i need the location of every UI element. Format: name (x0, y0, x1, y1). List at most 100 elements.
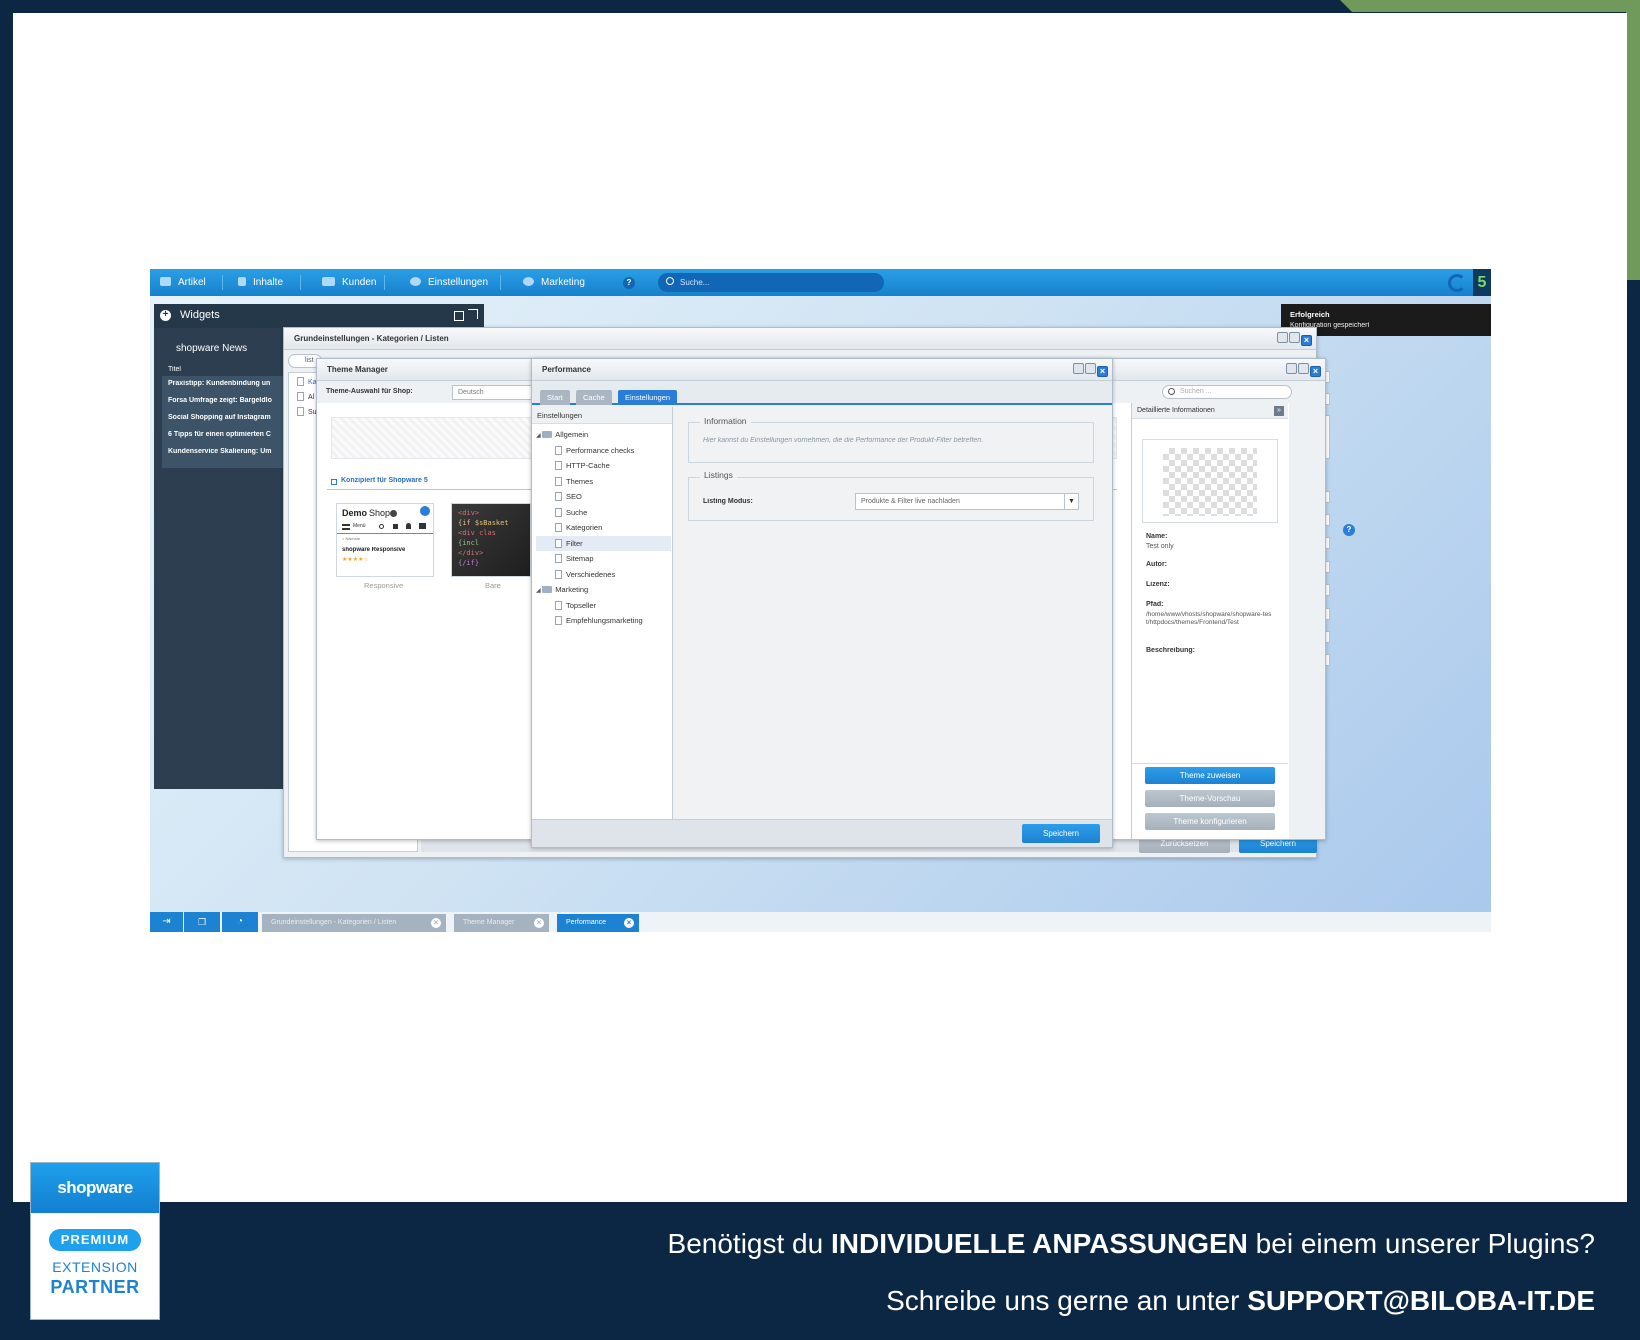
maximize-icon[interactable] (1298, 363, 1309, 374)
document-icon (297, 407, 304, 416)
news-item[interactable]: Praxistipp: Kundenbindung un (168, 380, 282, 387)
tree-item[interactable]: Ka (297, 377, 317, 386)
listings-legend: Listings (700, 470, 737, 480)
tree-item-themes[interactable]: Themes (536, 474, 671, 490)
close-icon[interactable]: × (431, 918, 441, 928)
mail-icon (160, 277, 171, 286)
tree-item[interactable]: Su (297, 407, 317, 416)
information-text: Hier kannst du Einstellungen vornehmen, … (703, 437, 984, 444)
news-item[interactable]: Social Shopping auf Instagram (168, 414, 282, 421)
logout-icon[interactable]: ⇥ (150, 912, 183, 932)
preview-theme-button[interactable]: Theme-Vorschau (1145, 790, 1275, 807)
close-icon[interactable]: × (1301, 335, 1312, 346)
tree-item-http-cache[interactable]: HTTP-Cache (536, 458, 671, 474)
shopware-logo: shopware (31, 1163, 159, 1213)
shopware-logo-icon (1448, 274, 1466, 292)
shopware-partner-badge: shopware PREMIUM EXTENSION PARTNER (30, 1162, 160, 1320)
pie-chart-icon (523, 277, 534, 286)
shop-select-label: Theme-Auswahl für Shop: (326, 388, 413, 395)
document-icon (555, 445, 562, 455)
save-button[interactable]: Speichern (1022, 824, 1100, 843)
dashboard-icon[interactable]: ◔ (222, 912, 258, 932)
minimize-icon[interactable] (454, 311, 464, 321)
close-icon[interactable]: × (1310, 366, 1321, 377)
theme-search-input[interactable]: Suchen ... (1162, 385, 1292, 399)
tree-header: Einstellungen (532, 407, 672, 424)
nav-divider (222, 275, 223, 290)
tab-cache[interactable]: Cache (576, 390, 612, 405)
tree-item-suche[interactable]: Suche (536, 505, 671, 521)
theme-details-panel: Detaillierte Informationen » Name: Test … (1131, 403, 1289, 839)
shop-select[interactable]: Deutsch (452, 385, 532, 400)
tab-einstellungen[interactable]: Einstellungen (618, 390, 678, 405)
nav-divider (384, 275, 385, 290)
global-search-input[interactable]: Suche... (658, 273, 884, 292)
taskbar-tab-performance[interactable]: Performance × (557, 914, 639, 932)
logo-icon (390, 510, 397, 517)
news-item[interactable]: Forsa Umfrage zeigt: Bargeldlo (168, 397, 282, 404)
news-item[interactable]: 6 Tipps für einen optimierten C (168, 431, 282, 438)
tree-item-sitemap[interactable]: Sitemap (536, 551, 671, 567)
nav-artikel[interactable]: Artikel (160, 269, 206, 296)
external-link-icon[interactable] (468, 309, 478, 319)
user-icon (406, 523, 411, 529)
taskbar: ⇥ ❐ ◔ Grundeinstellungen - Kategorien / … (150, 912, 1491, 932)
close-icon[interactable]: × (534, 918, 544, 928)
add-widget-icon[interactable]: + (160, 310, 171, 321)
minimize-icon[interactable] (1073, 363, 1084, 374)
top-navigation: Artikel Inhalte Kunden Einstellungen Mar… (150, 269, 1491, 296)
section-title: Konzipiert für Shopware 5 (341, 477, 428, 484)
close-icon[interactable]: × (624, 918, 634, 928)
document-icon (297, 377, 304, 386)
tree-item-kategorien[interactable]: Kategorien (536, 520, 671, 536)
tree-item-performance-checks[interactable]: Performance checks (536, 443, 671, 459)
maximize-icon[interactable] (1289, 332, 1300, 343)
taskbar-tab-grundeinstellungen[interactable]: Grundeinstellungen - Kategorien / Listen… (262, 914, 446, 932)
configure-theme-button[interactable]: Theme konfigurieren (1145, 813, 1275, 830)
tree-item[interactable]: Al (297, 392, 314, 401)
collapse-icon[interactable] (331, 479, 337, 485)
search-icon (666, 277, 674, 285)
assign-theme-button[interactable]: Theme zuweisen (1145, 767, 1275, 784)
support-email-link[interactable]: SUPPORT@BILOBA-IT.DE (1247, 1285, 1595, 1316)
nav-divider (500, 275, 501, 290)
tree-item-topseller[interactable]: Topseller (536, 598, 671, 614)
tree-group-allgemein[interactable]: ◢ Allgemein (536, 427, 671, 443)
maximize-icon[interactable] (1085, 363, 1096, 374)
nav-marketing[interactable]: Marketing (523, 269, 585, 296)
shopware-backend: Artikel Inhalte Kunden Einstellungen Mar… (150, 269, 1491, 932)
listing-mode-select[interactable]: Produkte & Filter live nachladen ▼ (855, 493, 1079, 510)
minimize-icon[interactable] (1277, 332, 1288, 343)
nav-einstellungen[interactable]: Einstellungen (410, 269, 488, 296)
close-icon[interactable]: × (1097, 366, 1108, 377)
news-item[interactable]: Kundenservice Skalierung: Um (168, 448, 282, 455)
premium-label: PREMIUM (49, 1229, 141, 1251)
tree-item-seo[interactable]: SEO (536, 489, 671, 505)
nav-kunden[interactable]: Kunden (322, 269, 376, 296)
news-column-header: Titel (168, 366, 181, 373)
theme-card-responsive[interactable]: Demo Shop Menü < Nächste shopware Respon… (336, 503, 434, 577)
theme-card-bare[interactable]: <div> {if $sBasket <div clas {incl </div… (451, 503, 531, 577)
window-title[interactable]: Grundeinstellungen - Kategorien / Listen (284, 328, 1316, 350)
tree-item-empfehlungsmarketing[interactable]: Empfehlungsmarketing (536, 613, 671, 629)
window-controls: × (1285, 363, 1321, 377)
help-icon[interactable]: ? (623, 277, 635, 289)
tab-start[interactable]: Start (540, 390, 570, 405)
document-icon (555, 554, 562, 563)
taskbar-tab-theme-manager[interactable]: Theme Manager × (454, 914, 549, 932)
nav-inhalte[interactable]: Inhalte (238, 269, 283, 296)
minimize-icon[interactable] (1286, 363, 1297, 374)
footer-line-1: Benötigst du INDIVIDUELLE ANPASSUNGEN be… (667, 1228, 1595, 1259)
window-title[interactable]: Performance (532, 359, 1112, 381)
help-icon[interactable]: ? (1343, 524, 1355, 536)
collapse-panel-icon[interactable]: » (1274, 406, 1284, 416)
windows-icon[interactable]: ❐ (184, 912, 220, 932)
tree-group-marketing[interactable]: ◢ Marketing (536, 582, 671, 598)
tree-item-verschiedenes[interactable]: Verschiedenes (536, 567, 671, 583)
document-icon (555, 600, 562, 610)
tree-item-filter-selected[interactable]: Filter (536, 535, 671, 551)
document-icon (555, 616, 562, 625)
document-icon (555, 476, 562, 486)
gear-icon (410, 277, 421, 286)
chevron-down-icon[interactable]: ▼ (1064, 494, 1078, 509)
